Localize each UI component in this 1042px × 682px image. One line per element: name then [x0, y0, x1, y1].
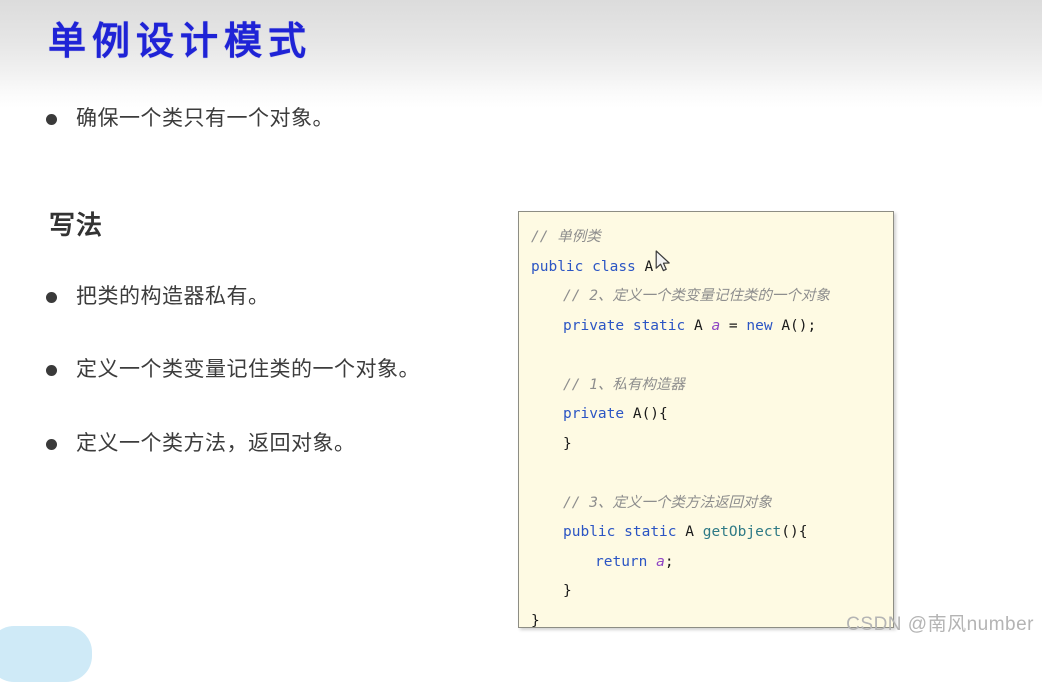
code-line: } — [531, 607, 889, 628]
code-line: } — [531, 577, 889, 607]
decorative-blob — [0, 626, 92, 682]
code-line: } — [531, 430, 889, 460]
list-item-label: 把类的构造器私有。 — [76, 285, 270, 308]
code-token: new — [746, 317, 773, 334]
code-line: return a; — [531, 548, 889, 578]
code-lines: // 单例类 public class A // 2、定义一个类变量记住类的一个对象… — [531, 223, 889, 628]
code-token: public — [563, 524, 616, 540]
code-token: (){ — [781, 524, 808, 540]
code-token: A — [644, 258, 654, 275]
code-token: // 单例类 — [531, 229, 601, 245]
code-token: A — [632, 406, 642, 422]
code-token: } — [563, 435, 572, 452]
list-item: 确保一个类只有一个对象。 — [46, 105, 334, 133]
left-content-column: 确保一个类只有一个对象。 写法 把类的构造器私有。 定义一个类变量记住类的一个对… — [0, 0, 510, 642]
code-token: a — [711, 317, 721, 334]
code-token: } — [531, 612, 540, 628]
code-token: A(); — [781, 317, 817, 334]
code-token: getObject — [702, 524, 782, 540]
code-snippet-panel: // 单例类 public class A // 2、定义一个类变量记住类的一个对象… — [518, 211, 894, 628]
code-line: // 单例类 — [531, 223, 889, 253]
list-item: 定义一个类方法，返回对象。 — [46, 430, 506, 458]
code-line: private static A a = new A(); — [531, 312, 889, 342]
code-token: return — [595, 553, 648, 570]
code-token: (){ — [641, 406, 668, 422]
code-line: // 3、定义一个类方法返回对象 — [531, 489, 889, 519]
code-token: static — [632, 317, 686, 334]
code-token: public — [531, 258, 584, 275]
code-line: public static A getObject(){ — [531, 518, 889, 548]
code-token: // 3、定义一个类方法返回对象 — [563, 494, 772, 511]
code-token: // 1、私有构造器 — [563, 376, 685, 393]
code-line: // 1、私有构造器 — [531, 371, 889, 401]
code-line: // 2、定义一个类变量记住类的一个对象 — [531, 282, 889, 312]
code-token: class — [592, 258, 636, 275]
code-token: A — [693, 317, 703, 334]
howto-list: 把类的构造器私有。 定义一个类变量记住类的一个对象。 定义一个类方法，返回对象。 — [46, 283, 506, 458]
bullet-dot-icon — [46, 438, 57, 450]
code-token: static — [624, 524, 677, 540]
csdn-watermark: CSDN @南风number — [846, 614, 1034, 635]
code-token: // 2、定义一个类变量记住类的一个对象 — [563, 288, 830, 304]
slide-canvas: 单例设计模式 确保一个类只有一个对象。 写法 把类的构造器私有。 定义一个类变量… — [0, 0, 1042, 682]
code-line: private A(){ — [531, 400, 889, 430]
list-item-label: 定义一个类方法，返回对象。 — [76, 431, 356, 455]
list-item: 把类的构造器私有。 — [46, 283, 506, 311]
list-item-label: 定义一个类变量记住类的一个对象。 — [76, 358, 420, 382]
section-heading: 写法 — [49, 210, 104, 240]
list-item-label: 确保一个类只有一个对象。 — [76, 107, 334, 130]
bullet-dot-icon — [46, 365, 57, 377]
code-token: private — [563, 406, 625, 422]
bullet-dot-icon — [46, 114, 57, 125]
code-token: ; — [664, 553, 674, 570]
code-line: public class A — [531, 253, 889, 283]
code-token: } — [563, 583, 572, 599]
code-token: A — [685, 524, 694, 540]
bullet-dot-icon — [46, 292, 57, 303]
code-token: = — [720, 317, 747, 334]
list-item: 定义一个类变量记住类的一个对象。 — [46, 356, 506, 384]
code-token: a — [656, 553, 665, 570]
code-token: private — [563, 317, 625, 334]
